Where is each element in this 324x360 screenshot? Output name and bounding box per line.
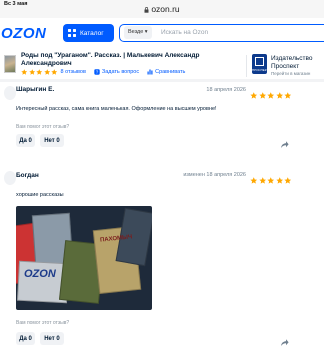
grid-icon <box>68 29 76 37</box>
search-scope-dropdown[interactable]: Везде ▾ <box>124 26 152 39</box>
product-thumbnail[interactable] <box>4 55 16 73</box>
star-icon <box>250 171 258 184</box>
star-icon <box>21 69 28 76</box>
review-rating-stars <box>250 86 292 99</box>
vote-no-button[interactable]: Нет 0 <box>40 332 64 345</box>
vote-yes-button[interactable]: Да 0 <box>16 332 35 345</box>
browser-status-bar: Вс 3 мая ozon.ru <box>0 0 324 18</box>
product-meta: 8 отзывов ? Задать вопрос Сравнивать <box>21 69 193 76</box>
review-text: Интересный рассказ, сама книга маленькая… <box>16 106 217 112</box>
vote-no-button[interactable]: Нет 0 <box>40 134 64 147</box>
star-icon <box>36 69 43 76</box>
seller-divider <box>246 55 247 77</box>
go-to-store-link[interactable]: Перейти в магазин <box>271 71 310 76</box>
reviewer-avatar <box>4 171 16 185</box>
compare-label: Сравнивать <box>155 69 186 76</box>
search-bar[interactable]: Везде ▾ Искать на Ozon <box>119 24 324 42</box>
review-date: изменен 18 апреля 2026 <box>183 172 246 178</box>
photo-book-label: OZON <box>24 268 56 280</box>
site-header: OZON Каталог Везде ▾ Искать на Ozon <box>0 20 324 46</box>
ozon-logo[interactable]: OZON <box>1 25 46 42</box>
catalog-button[interactable]: Каталог <box>63 24 114 42</box>
star-icon <box>284 171 292 184</box>
product-rating-stars <box>21 69 58 76</box>
helpful-question: Вам помог этот отзыв? <box>16 320 70 326</box>
product-title[interactable]: Роды под "Ураганом". Рассказ. | Малькеви… <box>21 52 246 68</box>
star-icon <box>258 86 267 99</box>
review-text: хорошие рассказы <box>16 192 64 198</box>
compare-link[interactable]: Сравнивать <box>147 69 185 75</box>
address-bar[interactable]: ozon.ru <box>0 4 324 14</box>
star-icon <box>275 171 284 184</box>
share-icon[interactable] <box>280 136 289 148</box>
url-text: ozon.ru <box>151 4 180 14</box>
seller-logo-text: ПРОСПЕКТ <box>252 68 269 72</box>
star-icon <box>51 69 58 76</box>
lock-icon <box>144 7 149 13</box>
compare-icon <box>147 69 153 75</box>
section-divider <box>0 79 324 82</box>
reviewer-name[interactable]: Шарыгин Е. <box>16 86 54 93</box>
reviewer-avatar <box>4 86 16 100</box>
seller-name-line2: Проспект <box>271 63 300 70</box>
seller-name[interactable]: Издательство Проспект <box>271 55 312 71</box>
reviews-count-link[interactable]: 8 отзывов <box>61 69 86 75</box>
star-icon <box>258 171 267 184</box>
helpful-question: Вам помог этот отзыв? <box>16 124 70 130</box>
review-rating-stars <box>250 171 292 184</box>
star-icon <box>275 86 284 99</box>
review-photo[interactable]: OZON ПАХОМЫЧ <box>16 206 152 310</box>
reviews-count-label: 8 отзывов <box>60 69 86 76</box>
star-icon <box>267 86 275 99</box>
star-icon <box>284 86 292 99</box>
star-icon <box>43 69 51 76</box>
seller-logo[interactable]: ПРОСПЕКТ <box>252 54 269 74</box>
review-date: 18 апреля 2026 <box>206 87 246 93</box>
search-scope-label: Везде <box>128 29 144 35</box>
seller-logo-mark <box>255 57 264 66</box>
vote-yes-button[interactable]: Да 0 <box>16 134 35 147</box>
seller-name-line1: Издательство <box>271 55 313 62</box>
reviewer-name[interactable]: Богдан <box>16 172 39 179</box>
star-icon <box>267 171 275 184</box>
star-icon <box>28 69 36 76</box>
ask-question-label: Задать вопрос <box>101 69 140 76</box>
share-icon[interactable] <box>280 334 289 346</box>
ask-question-link[interactable]: ? Задать вопрос <box>94 69 139 75</box>
catalog-label: Каталог <box>80 29 104 37</box>
search-input[interactable]: Искать на Ozon <box>161 29 208 36</box>
star-icon <box>250 86 258 99</box>
question-icon: ? <box>94 69 100 75</box>
